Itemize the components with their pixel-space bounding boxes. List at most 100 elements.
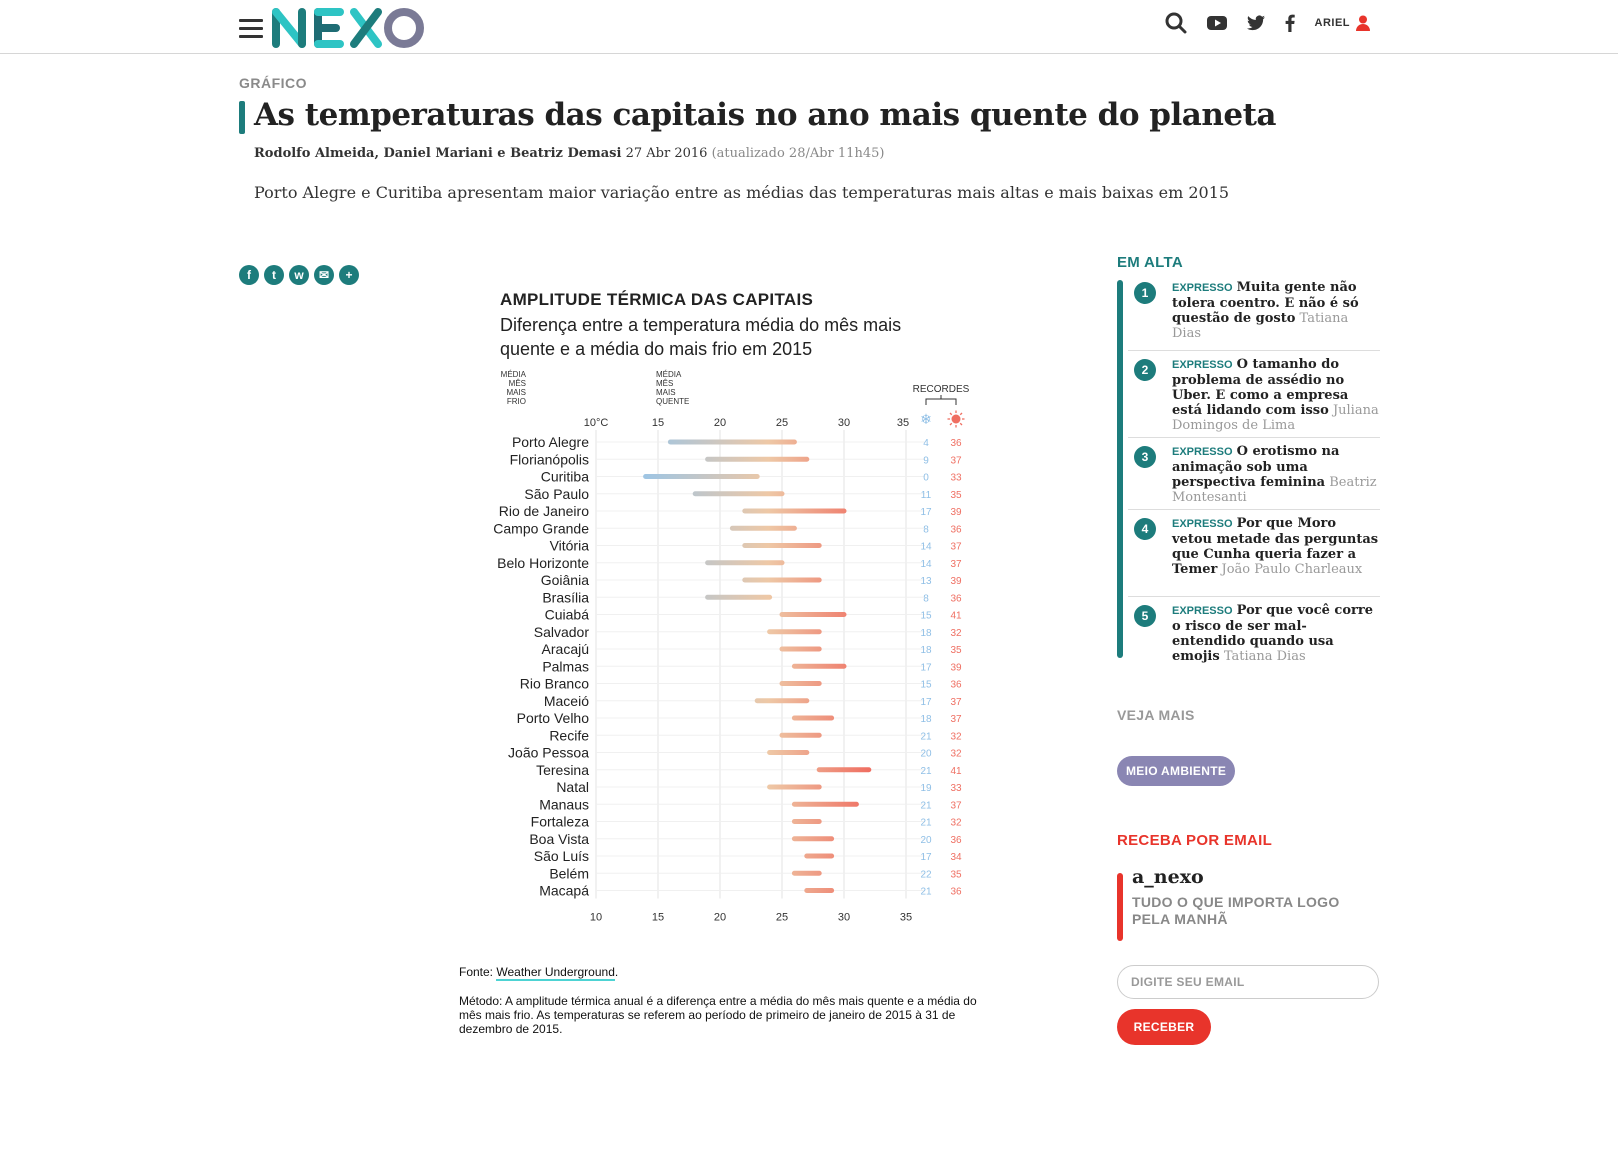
x-tick-label-top: 20	[714, 417, 726, 429]
record-low-label: 17	[920, 507, 932, 518]
record-low-label: 15	[920, 611, 932, 622]
email-icon[interactable]: ✉	[314, 265, 334, 285]
record-low-label: 21	[920, 887, 932, 898]
record-low-label: 17	[920, 662, 932, 673]
record-high-label: 37	[950, 455, 962, 466]
city-label: Rio de Janeiro	[499, 503, 589, 519]
title-accent-bar	[239, 101, 245, 134]
record-high-label: 32	[950, 749, 962, 760]
chart-container: AMPLITUDE TÉRMICA DAS CAPITAIS Diferença…	[455, 280, 1015, 940]
record-low-label: 0	[923, 473, 929, 484]
city-label: São Paulo	[524, 486, 589, 502]
city-label: Natal	[556, 779, 589, 795]
city-label: São Luís	[534, 848, 589, 864]
city-label: Macapá	[539, 883, 589, 899]
record-high-label: 39	[950, 576, 962, 587]
city-label: Boa Vista	[529, 831, 589, 847]
menu-icon[interactable]	[239, 19, 263, 39]
trending-tag: EXPRESSO	[1172, 359, 1233, 371]
x-tick-label-bottom: 10	[590, 912, 602, 924]
source-link[interactable]: Weather Underground	[496, 965, 615, 981]
user-name[interactable]: ARIEL	[1315, 17, 1351, 29]
city-label: Vitória	[550, 538, 590, 554]
trending-number: 4	[1134, 518, 1156, 540]
record-high-label: 37	[950, 559, 962, 570]
record-low-label: 8	[923, 524, 929, 535]
legend-cold-label: FRIO	[507, 397, 526, 406]
city-label: Curitiba	[541, 469, 589, 485]
user-icon[interactable]	[1356, 15, 1370, 31]
newsletter-description: TUDO O QUE IMPORTA LOGO PELA MANHÃ	[1132, 894, 1340, 927]
city-label: Aracajú	[542, 641, 589, 657]
record-high-label: 36	[950, 438, 962, 449]
city-label: Salvador	[534, 624, 590, 640]
trending-item[interactable]: 1 EXPRESSO Muita gente não tolera coentr…	[1128, 280, 1380, 351]
twitter-icon[interactable]: t	[264, 265, 284, 285]
chart-svg: MÉDIAMÊSMAISFRIOMÉDIAMÊSMAISQUENTERECORD…	[493, 370, 970, 924]
email-input[interactable]	[1117, 965, 1379, 999]
legend-hot-label: QUENTE	[656, 397, 689, 406]
sun-ray	[959, 422, 963, 426]
article-date: 27 Abr 2016	[625, 146, 708, 161]
record-low-label: 15	[920, 680, 932, 691]
trending-accent-bar	[1117, 280, 1123, 658]
record-low-label: 18	[920, 645, 932, 656]
record-low-label: 8	[923, 593, 929, 604]
nexo-logo[interactable]	[270, 6, 426, 50]
x-tick-label-top: 35	[897, 417, 909, 429]
record-low-label: 14	[920, 542, 932, 553]
city-label: Palmas	[542, 658, 589, 674]
record-low-label: 18	[920, 628, 932, 639]
tag-pill[interactable]: MEIO AMBIENTE	[1117, 756, 1236, 786]
facebook-icon[interactable]	[1285, 14, 1295, 32]
record-high-label: 39	[950, 507, 962, 518]
trending-item[interactable]: 2 EXPRESSO O tamanho do problema de assé…	[1128, 351, 1380, 438]
legend-hot-label: MAIS	[656, 388, 676, 397]
x-tick-label-bottom: 35	[900, 912, 912, 924]
x-tick-label-bottom: 25	[776, 912, 788, 924]
article-kicker[interactable]: GRÁFICO	[239, 75, 307, 91]
whatsapp-icon[interactable]: w	[289, 265, 309, 285]
record-low-label: 21	[920, 731, 932, 742]
trending-item[interactable]: 3 EXPRESSO O erotismo na animação sob um…	[1128, 438, 1380, 510]
record-low-label: 4	[923, 438, 929, 449]
trending-item[interactable]: 4 EXPRESSO Por que Moro vetou metade das…	[1128, 510, 1380, 597]
records-label: RECORDES	[913, 384, 970, 395]
trending-item[interactable]: 5 EXPRESSO Por que você corre o risco de…	[1128, 597, 1380, 669]
record-high-label: 33	[950, 783, 962, 794]
search-icon[interactable]	[1165, 12, 1187, 34]
trending-number: 1	[1134, 282, 1156, 304]
city-label: Porto Alegre	[512, 434, 589, 450]
source-label: Fonte:	[459, 965, 497, 979]
youtube-icon[interactable]	[1206, 15, 1227, 31]
record-low-label: 9	[923, 455, 929, 466]
record-low-label: 21	[920, 766, 932, 777]
city-label: Teresina	[536, 762, 589, 778]
record-high-label: 37	[950, 800, 962, 811]
legend-cold-label: MÊS	[509, 379, 526, 388]
trending-number: 5	[1134, 605, 1156, 627]
record-high-label: 36	[950, 835, 962, 846]
city-label: Brasília	[542, 589, 589, 605]
record-high-label: 36	[950, 680, 962, 691]
facebook-icon[interactable]: f	[239, 265, 259, 285]
twitter-icon[interactable]	[1246, 15, 1265, 31]
trending-tag: EXPRESSO	[1172, 518, 1233, 530]
sun-icon	[951, 414, 961, 424]
city-label: Belo Horizonte	[497, 555, 589, 571]
record-high-label: 32	[950, 731, 962, 742]
sun-ray	[949, 422, 953, 426]
sun-ray	[959, 412, 963, 416]
article-authors: Rodolfo Almeida, Daniel Mariani e Beatri…	[254, 146, 622, 161]
record-low-label: 21	[920, 800, 932, 811]
record-low-label: 14	[920, 559, 932, 570]
city-label: Goiânia	[541, 572, 589, 588]
record-low-label: 20	[920, 749, 932, 760]
plus-icon[interactable]: +	[339, 265, 359, 285]
snowflake-icon: ❄	[920, 412, 932, 428]
chart-source: Fonte: Weather Underground.	[459, 965, 618, 981]
record-high-label: 36	[950, 593, 962, 604]
legend-cold-label: MÉDIA	[501, 370, 527, 379]
record-high-label: 39	[950, 662, 962, 673]
subscribe-button[interactable]: RECEBER	[1117, 1009, 1211, 1045]
